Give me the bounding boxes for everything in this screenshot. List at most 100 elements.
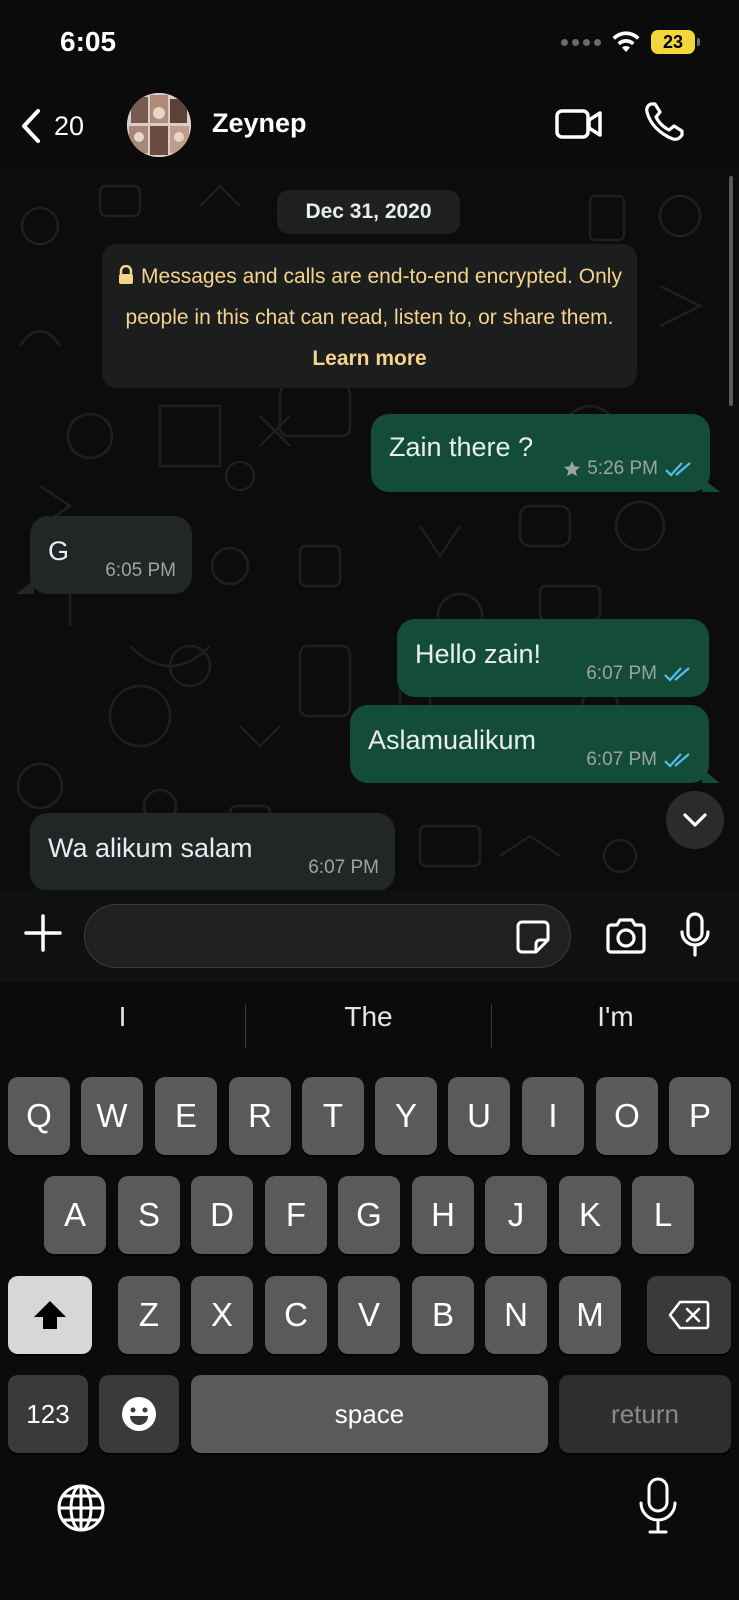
message-bubble-outgoing[interactable]: Zain there ? 5:26 PM <box>371 414 710 492</box>
suggestion-1[interactable]: I <box>0 982 245 1052</box>
back-button[interactable]: 20 <box>20 104 84 148</box>
key-e[interactable]: E <box>155 1077 217 1155</box>
learn-more-link[interactable]: Learn more <box>312 347 426 370</box>
message-time: 5:26 PM <box>587 458 658 479</box>
key-u[interactable]: U <box>448 1077 510 1155</box>
message-bubble-incoming[interactable]: G 6:05 PM <box>30 516 192 594</box>
voice-call-button[interactable] <box>642 100 686 144</box>
chat-area[interactable]: Dec 31, 2020 Messages and calls are end-… <box>0 166 739 890</box>
message-meta: 6:05 PM <box>105 560 176 582</box>
double-check-read-icon <box>665 462 691 477</box>
message-meta: 6:07 PM <box>308 857 379 879</box>
message-text: Hello zain! <box>415 639 542 669</box>
message-text: Zain there ? <box>389 432 534 462</box>
contact-name[interactable]: Zeynep <box>212 108 307 139</box>
space-key[interactable]: space <box>191 1375 548 1453</box>
key-w[interactable]: W <box>81 1077 143 1155</box>
bubble-tail <box>702 478 720 492</box>
key-y[interactable]: Y <box>375 1077 437 1155</box>
phone-icon <box>645 102 684 141</box>
key-l[interactable]: L <box>632 1176 694 1254</box>
key-k[interactable]: K <box>559 1176 621 1254</box>
shift-key[interactable] <box>8 1276 92 1354</box>
wifi-icon <box>612 31 640 52</box>
message-input[interactable] <box>84 904 571 968</box>
message-bubble-incoming[interactable]: Wa alikum salam 6:07 PM <box>30 813 395 890</box>
predictive-bar: I The I'm <box>0 982 739 1052</box>
key-q[interactable]: Q <box>8 1077 70 1155</box>
date-separator: Dec 31, 2020 <box>277 190 460 234</box>
chevron-left-icon <box>22 109 40 143</box>
chevron-down-icon <box>683 813 707 827</box>
chat-header: 20 Zeynep <box>0 86 739 166</box>
video-call-button[interactable] <box>554 102 604 146</box>
suggestion-2[interactable]: The <box>246 982 491 1052</box>
key-i[interactable]: I <box>522 1077 584 1155</box>
sticker-button[interactable] <box>516 920 550 954</box>
key-h[interactable]: H <box>412 1176 474 1254</box>
status-time: 6:05 <box>60 26 117 57</box>
key-m[interactable]: M <box>559 1276 621 1354</box>
voice-message-button[interactable] <box>678 912 712 958</box>
key-v[interactable]: V <box>338 1276 400 1354</box>
message-time: 6:07 PM <box>308 857 379 878</box>
globe-button[interactable] <box>55 1482 107 1534</box>
suggestion-3[interactable]: I'm <box>492 982 739 1052</box>
encryption-notice[interactable]: Messages and calls are end-to-end encryp… <box>102 244 637 388</box>
emoji-key[interactable] <box>99 1375 179 1453</box>
plus-icon <box>24 914 62 952</box>
cellular-signal-icon <box>561 38 601 46</box>
numbers-key[interactable]: 123 <box>8 1375 88 1453</box>
key-z[interactable]: Z <box>118 1276 180 1354</box>
composer-bar <box>0 890 739 982</box>
key-j[interactable]: J <box>485 1176 547 1254</box>
message-text: Aslamualikum <box>368 725 537 755</box>
status-bar: 6:05 23 <box>0 0 739 86</box>
avatar[interactable] <box>127 93 191 157</box>
message-bubble-outgoing[interactable]: Aslamualikum 6:07 PM <box>350 705 709 783</box>
attach-button[interactable] <box>22 912 64 954</box>
key-c[interactable]: C <box>265 1276 327 1354</box>
message-time: 6:07 PM <box>586 749 657 770</box>
microphone-icon <box>680 912 710 957</box>
bubble-tail <box>16 580 34 594</box>
key-r[interactable]: R <box>229 1077 291 1155</box>
key-a[interactable]: A <box>44 1176 106 1254</box>
star-icon <box>564 461 581 477</box>
key-d[interactable]: D <box>191 1176 253 1254</box>
key-t[interactable]: T <box>302 1077 364 1155</box>
avatar-image <box>127 93 191 157</box>
message-time: 6:05 PM <box>105 560 176 581</box>
return-key[interactable]: return <box>559 1375 731 1453</box>
key-g[interactable]: G <box>338 1176 400 1254</box>
message-bubble-outgoing[interactable]: Hello zain! 6:07 PM <box>397 619 709 697</box>
backspace-key[interactable] <box>647 1276 731 1354</box>
key-f[interactable]: F <box>265 1176 327 1254</box>
video-camera-icon <box>555 109 602 139</box>
scroll-indicator[interactable] <box>729 176 733 406</box>
microphone-icon <box>639 1477 677 1534</box>
shift-arrow-icon <box>34 1301 66 1329</box>
camera-button[interactable] <box>604 916 648 956</box>
camera-icon <box>606 918 646 954</box>
scroll-to-bottom-button[interactable] <box>666 791 724 849</box>
dictation-button[interactable] <box>636 1476 680 1536</box>
unread-count: 20 <box>54 110 85 141</box>
bubble-tail <box>702 769 720 783</box>
double-check-read-icon <box>664 667 690 682</box>
sticker-icon <box>516 920 550 954</box>
key-x[interactable]: X <box>191 1276 253 1354</box>
status-indicators: 23 <box>561 30 700 54</box>
emoji-icon <box>122 1397 156 1431</box>
globe-icon <box>57 1484 105 1532</box>
double-check-read-icon <box>664 753 690 768</box>
key-p[interactable]: P <box>669 1077 731 1155</box>
encryption-notice-text: Messages and calls are end-to-end encryp… <box>125 265 622 329</box>
key-b[interactable]: B <box>412 1276 474 1354</box>
key-n[interactable]: N <box>485 1276 547 1354</box>
keyboard: I The I'm Q W E R T Y U I O P A S D F G … <box>0 982 739 1600</box>
backspace-icon <box>668 1300 710 1330</box>
key-s[interactable]: S <box>118 1176 180 1254</box>
lock-icon <box>119 264 134 284</box>
key-o[interactable]: O <box>596 1077 658 1155</box>
